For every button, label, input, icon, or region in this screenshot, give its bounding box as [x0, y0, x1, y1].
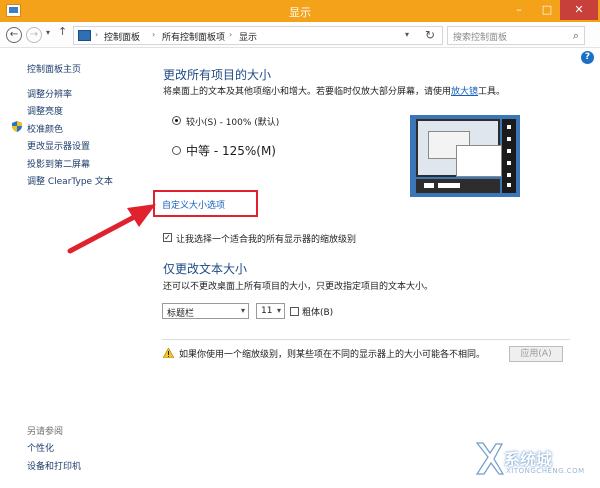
sidebar-home-link[interactable]: 控制面板主页: [27, 62, 81, 75]
text-item-select[interactable]: 标题栏 ▾: [162, 303, 249, 319]
scaling-level-checkbox[interactable]: ✓: [163, 233, 172, 242]
breadcrumb-separator[interactable]: ›: [95, 30, 98, 39]
sidebar-item-project-second-screen[interactable]: 投影到第二屏幕: [27, 157, 90, 170]
control-panel-icon: [78, 30, 91, 41]
custom-sizing-link[interactable]: 自定义大小选项: [162, 198, 225, 211]
preview-window: [456, 145, 502, 177]
description-prefix: 将桌面上的文本及其他项缩小和增大。若要临时仅放大部分屏幕，请使用: [163, 87, 452, 97]
refresh-button[interactable]: ↻: [425, 28, 435, 42]
breadcrumb-separator[interactable]: ›: [229, 30, 232, 39]
sidebar-item-cleartype[interactable]: 调整 ClearType 文本: [27, 174, 113, 187]
section-divider: [162, 339, 570, 340]
title-bar: 显示 – □ ✕: [0, 0, 600, 22]
preview-desktop: [416, 119, 502, 177]
page-title: 更改所有项目的大小: [163, 68, 272, 82]
sidebar-item-calibrate-color[interactable]: 校准颜色: [27, 122, 63, 135]
warning-message: 如果你使用一个缩放级别，则某些项在不同的显示器上的大小可能各不相同。: [179, 350, 486, 360]
preview-sidebar: [502, 119, 516, 193]
navigation-bar-inner: ← → ▾ ↑ › 控制面板 › 所有控制面板项 › 显示 ▾ ↻ 搜索控制面板…: [0, 22, 600, 48]
medium-125-radio[interactable]: [172, 146, 181, 155]
smaller-100-radio[interactable]: [172, 116, 181, 125]
chevron-down-icon: ▾: [240, 306, 245, 315]
size-description: 将桌面上的文本及其他项缩小和增大。若要临时仅放大部分屏幕，请使用放大镜工具。: [163, 84, 505, 97]
shield-icon: [12, 121, 22, 132]
help-button[interactable]: ?: [581, 51, 594, 64]
apply-button[interactable]: 应用(A): [509, 346, 563, 362]
breadcrumb-all-items[interactable]: 所有控制面板项: [162, 30, 225, 43]
search-icon[interactable]: ⌕: [573, 29, 579, 43]
address-field[interactable]: › 控制面板 › 所有控制面板项 › 显示 ▾ ↻: [73, 26, 443, 45]
display-preview-image: [410, 115, 520, 197]
see-also-devices-printers[interactable]: 设备和打印机: [27, 459, 81, 472]
see-also-personalization[interactable]: 个性化: [27, 441, 54, 454]
font-size-select[interactable]: 11 ▾: [256, 303, 285, 319]
magnifier-link[interactable]: 放大镜: [451, 87, 478, 97]
search-placeholder: 搜索控制面板: [453, 33, 508, 43]
breadcrumb-separator[interactable]: ›: [152, 30, 155, 39]
description-suffix: 工具。: [478, 87, 506, 97]
search-input[interactable]: 搜索控制面板 ⌕: [447, 26, 585, 45]
back-button[interactable]: ←: [6, 27, 22, 43]
font-size-value: 11: [261, 306, 273, 316]
sidebar-item-resolution[interactable]: 调整分辨率: [27, 87, 72, 100]
medium-125-label[interactable]: 中等 - 125%(M): [186, 142, 276, 159]
warning-icon: [163, 348, 174, 358]
watermark-logo: 系统城 XITONGCHENG.COM: [470, 432, 600, 488]
sidebar-item-display-settings[interactable]: 更改显示器设置: [27, 139, 90, 152]
text-size-description: 还可以不更改桌面上所有项目的大小，只更改指定项目的文本大小。: [163, 282, 434, 292]
address-dropdown-chevron-icon[interactable]: ▾: [405, 30, 409, 39]
forward-button[interactable]: →: [26, 27, 42, 43]
navigation-bar: ← → ▾ ↑ › 控制面板 › 所有控制面板项 › 显示 ▾ ↻ 搜索控制面板…: [0, 22, 600, 48]
recent-locations-chevron-icon[interactable]: ▾: [46, 28, 50, 37]
maximize-button[interactable]: □: [534, 0, 560, 20]
bold-label[interactable]: 粗体(B): [302, 305, 333, 318]
breadcrumb-display[interactable]: 显示: [239, 30, 257, 43]
breadcrumb-control-panel[interactable]: 控制面板: [104, 30, 140, 43]
close-button[interactable]: ✕: [560, 0, 598, 20]
scaling-level-label[interactable]: 让我选择一个适合我的所有显示器的缩放级别: [176, 232, 356, 245]
watermark-x-icon: [475, 442, 504, 475]
bold-checkbox[interactable]: [290, 307, 299, 316]
see-also-title: 另请参阅: [27, 427, 64, 437]
watermark-url: XITONGCHENG.COM: [506, 467, 585, 475]
text-size-heading: 仅更改文本大小: [163, 262, 248, 276]
chevron-down-icon: ▾: [276, 306, 281, 315]
smaller-100-label[interactable]: 较小(S) - 100% (默认): [186, 115, 279, 128]
minimize-button[interactable]: –: [506, 0, 532, 20]
sidebar-item-brightness[interactable]: 调整亮度: [27, 104, 63, 117]
preview-taskbar: [416, 179, 500, 193]
up-button[interactable]: ↑: [58, 25, 67, 38]
text-item-value: 标题栏: [167, 309, 195, 319]
